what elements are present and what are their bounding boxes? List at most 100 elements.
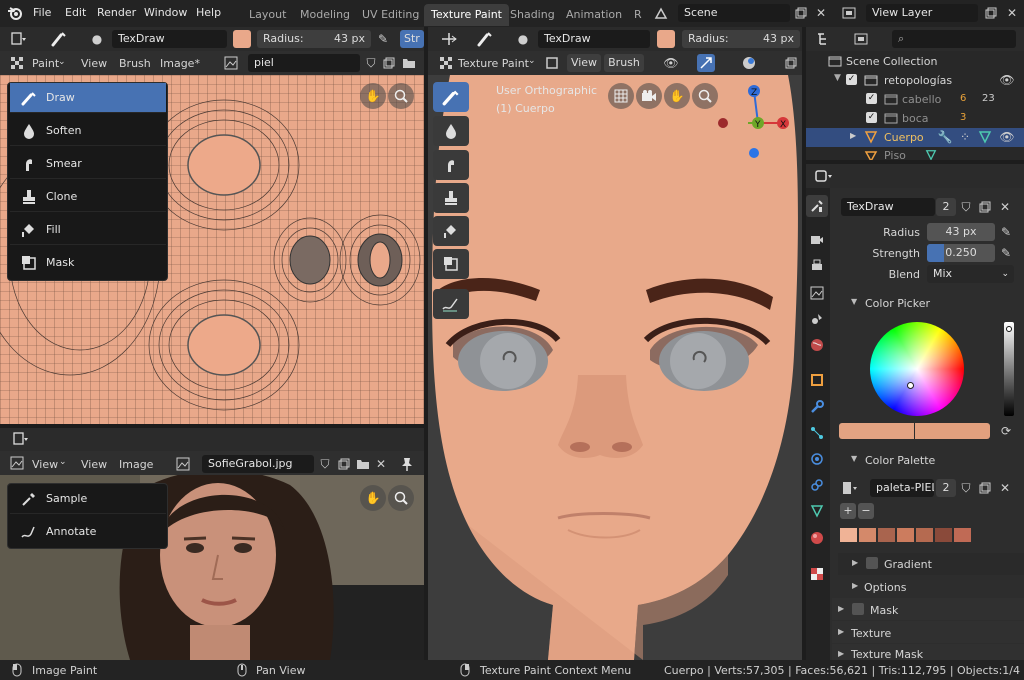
duplicate-palette-icon[interactable] bbox=[976, 479, 994, 497]
uv-radius-slider[interactable]: Radius: 43 px bbox=[257, 30, 371, 48]
display-mode-icon[interactable] bbox=[852, 30, 870, 48]
uv-strength-slider[interactable]: Str bbox=[400, 30, 424, 48]
new-image-icon[interactable] bbox=[380, 54, 398, 72]
delete-scene-icon[interactable]: ✕ bbox=[812, 4, 830, 22]
viewport-menu-view[interactable]: View bbox=[567, 54, 601, 72]
tab-layout[interactable]: Layout bbox=[242, 4, 293, 26]
tab-output[interactable] bbox=[806, 255, 828, 277]
properties-type-icon[interactable] bbox=[815, 167, 833, 185]
viewport-mode-dropdown[interactable]: Texture Paint bbox=[458, 57, 529, 70]
secondary-color-swatch[interactable] bbox=[915, 423, 990, 439]
reference-image-field[interactable]: SofieGrabol.jpg bbox=[202, 455, 314, 473]
view-object-types-icon[interactable]: 👁 bbox=[662, 54, 680, 72]
expand-arrow-icon[interactable]: ▶ bbox=[852, 558, 858, 567]
unlink-brush-icon[interactable]: ✕ bbox=[996, 198, 1014, 216]
view-layer-icon[interactable] bbox=[840, 4, 858, 22]
tab-physics[interactable] bbox=[806, 448, 828, 470]
face-mask-icon[interactable] bbox=[543, 54, 561, 72]
uv-image-field[interactable]: piel bbox=[248, 54, 360, 72]
unlink-palette-icon[interactable]: ✕ bbox=[996, 479, 1014, 497]
value-slider[interactable] bbox=[1004, 322, 1014, 416]
uv-mode-dropdown[interactable]: Paint bbox=[32, 57, 59, 70]
grid-toggle-icon[interactable] bbox=[608, 83, 634, 109]
viewport-brush-name[interactable]: TexDraw bbox=[538, 30, 650, 48]
image-menu-view[interactable]: View bbox=[81, 458, 107, 471]
viewport-radius-slider[interactable]: Radius: 43 px bbox=[682, 30, 800, 48]
tab-particles[interactable] bbox=[806, 422, 828, 444]
gradient-section-label[interactable]: Gradient bbox=[884, 558, 932, 571]
remove-palette-color-button[interactable]: − bbox=[858, 503, 874, 519]
image-menu-image[interactable]: Image bbox=[119, 458, 153, 471]
tab-constraints[interactable] bbox=[806, 474, 828, 496]
brush-icon[interactable] bbox=[476, 30, 494, 48]
menu-window[interactable]: Window bbox=[144, 6, 187, 19]
color-picker-panel-title[interactable]: Color Picker bbox=[865, 297, 930, 310]
properties-radius-field[interactable]: 43 px bbox=[927, 223, 995, 241]
image-browse-icon[interactable] bbox=[222, 54, 240, 72]
fake-user-shield-icon[interactable]: ⛉ bbox=[316, 455, 334, 473]
outliner-item-cuerpo[interactable]: Cuerpo bbox=[884, 131, 924, 144]
expand-arrow-icon[interactable]: ▶ bbox=[850, 131, 856, 140]
menu-edit[interactable]: Edit bbox=[65, 6, 86, 19]
tab-texture-paint[interactable]: Texture Paint bbox=[424, 4, 509, 26]
pressure-pen-icon[interactable]: ✎ bbox=[997, 223, 1015, 241]
expand-arrow-icon[interactable]: ▶ bbox=[838, 604, 844, 613]
texture-section-label[interactable]: Texture bbox=[851, 627, 891, 640]
tool-fill[interactable]: Fill bbox=[10, 215, 166, 245]
image-browse-icon[interactable] bbox=[174, 455, 192, 473]
palette-browse-icon[interactable] bbox=[841, 479, 859, 497]
swap-colors-icon[interactable]: ⟳ bbox=[997, 422, 1015, 440]
hand-pan-icon[interactable]: ✋ bbox=[360, 485, 386, 511]
palette-color-swatch[interactable] bbox=[916, 528, 933, 542]
tool-fill-button[interactable] bbox=[433, 216, 469, 246]
visibility-eye-icon[interactable]: 👁 bbox=[998, 71, 1016, 89]
color-wheel-cursor[interactable] bbox=[907, 382, 914, 389]
tab-uv-editing[interactable]: UV Editing bbox=[355, 4, 426, 26]
image-view-dropdown[interactable]: View bbox=[32, 458, 58, 471]
checkbox-icon[interactable]: ✓ bbox=[846, 74, 857, 85]
zoom-icon[interactable] bbox=[388, 485, 414, 511]
tool-draw[interactable]: Draw bbox=[10, 83, 166, 113]
fake-user-shield-icon[interactable]: ⛉ bbox=[957, 479, 975, 497]
mask-section-label[interactable]: Mask bbox=[870, 604, 898, 617]
uv-menu-image[interactable]: Image* bbox=[160, 57, 200, 70]
blender-logo-icon[interactable] bbox=[6, 4, 24, 22]
tool-soften-button[interactable] bbox=[433, 116, 469, 146]
outliner-item-boca[interactable]: boca bbox=[902, 112, 929, 125]
vertex-groups-icon[interactable]: ⁘ bbox=[956, 128, 974, 146]
collapse-arrow-icon[interactable]: ▼ bbox=[851, 454, 857, 463]
palette-color-swatch[interactable] bbox=[878, 528, 895, 542]
tool-annotate[interactable]: Annotate bbox=[10, 517, 166, 547]
zoom-icon[interactable] bbox=[692, 83, 718, 109]
scene-icon[interactable] bbox=[652, 4, 670, 22]
tool-mask[interactable]: Mask bbox=[10, 248, 166, 278]
gradient-checkbox[interactable] bbox=[866, 557, 878, 569]
scene-field[interactable]: Scene bbox=[678, 4, 790, 22]
tool-smear-button[interactable] bbox=[433, 150, 469, 180]
uv-brush-name[interactable]: TexDraw bbox=[112, 30, 227, 48]
expand-arrow-icon[interactable]: ▶ bbox=[838, 649, 844, 658]
tab-object[interactable] bbox=[806, 369, 828, 391]
outliner-item-retopologias[interactable]: retopologías bbox=[884, 74, 952, 87]
tool-sample[interactable]: Sample bbox=[10, 484, 166, 514]
tool-soften[interactable]: Soften bbox=[10, 116, 166, 146]
close-image-icon[interactable]: ✕ bbox=[372, 455, 390, 473]
tool-clone[interactable]: Clone bbox=[10, 182, 166, 212]
gizmo-toggle-icon[interactable] bbox=[697, 54, 715, 72]
color-wheel[interactable] bbox=[870, 322, 964, 416]
tool-clone-button[interactable] bbox=[433, 183, 469, 213]
scene-collection-label[interactable]: Scene Collection bbox=[846, 55, 937, 68]
value-slider-handle[interactable] bbox=[1006, 326, 1012, 332]
menu-file[interactable]: File bbox=[33, 6, 51, 19]
open-folder-icon[interactable] bbox=[400, 54, 418, 72]
view-layer-field[interactable]: View Layer bbox=[866, 4, 978, 22]
viewport-canvas[interactable]: User Orthographic (1) Cuerpo ✋ Z X Y bbox=[428, 75, 802, 660]
outliner-item-piso[interactable]: Piso bbox=[884, 149, 906, 160]
tool-draw-button[interactable] bbox=[433, 82, 469, 112]
tool-mask-button[interactable] bbox=[433, 249, 469, 279]
shading-solid-icon[interactable] bbox=[740, 54, 758, 72]
navigation-gizmo[interactable]: Z X Y bbox=[718, 83, 798, 163]
tab-data[interactable] bbox=[806, 500, 828, 522]
options-section-label[interactable]: Options bbox=[864, 581, 906, 594]
expand-arrow-icon[interactable]: ▶ bbox=[838, 627, 844, 636]
